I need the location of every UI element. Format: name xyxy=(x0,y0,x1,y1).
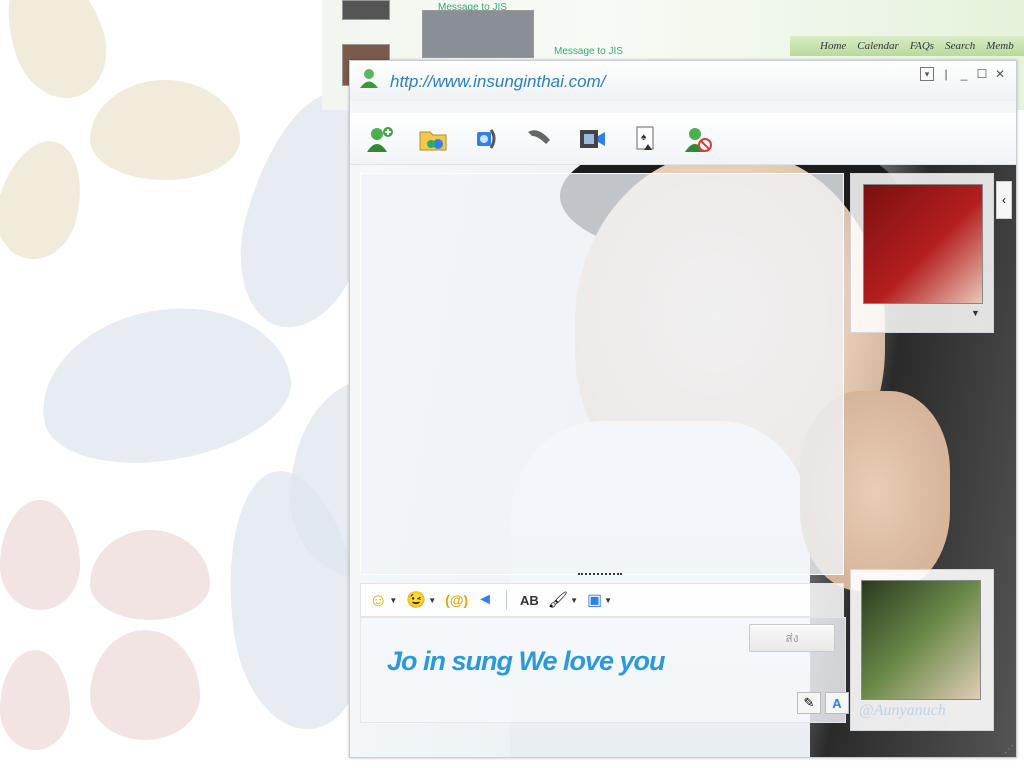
contact-picture-dropdown[interactable]: ▼ xyxy=(971,308,980,318)
voice-clip-button[interactable]: ◄ xyxy=(477,591,493,609)
signature-watermark: @Aunyanuch xyxy=(859,702,946,719)
font-button[interactable]: AB xyxy=(520,593,539,608)
display-pictures-panel: ▼ ‹ @Aunyanuch xyxy=(846,171,1012,757)
flower-decoration-bottom xyxy=(0,500,230,760)
send-files-button[interactable] xyxy=(415,121,451,157)
contact-display-picture-frame: ▼ xyxy=(850,173,994,333)
format-toolbar: ☺ ▼ 😉 ▼ (@) ◄ AB 🖌 ▼ ▣ ▼ xyxy=(360,583,844,617)
window-menu-button[interactable]: ▾ xyxy=(920,67,934,81)
caret-down-icon: ▼ xyxy=(428,595,437,605)
toolbar: ♠ xyxy=(350,113,1016,165)
my-display-picture[interactable] xyxy=(861,580,981,700)
folder-share-icon xyxy=(419,131,447,150)
block-user-icon xyxy=(685,127,712,152)
video-call-button[interactable] xyxy=(468,121,504,157)
background-button[interactable]: 🖌 ▼ xyxy=(548,590,578,610)
title-bar: http://www.insunginthai.com/ ▾ | _ ☐ ✕ xyxy=(350,61,1016,101)
contact-display-picture[interactable] xyxy=(863,184,983,304)
nav-home: Home xyxy=(820,40,847,52)
nav-search: Search xyxy=(945,40,976,52)
webcam-phone-icon xyxy=(477,128,496,149)
close-button[interactable]: ✕ xyxy=(994,68,1006,80)
film-icon xyxy=(580,129,605,148)
window-title: http://www.insunginthai.com/ xyxy=(390,72,606,91)
nav-calendar: Calendar xyxy=(857,40,899,52)
smiley-icon: ☺ xyxy=(369,589,388,610)
window-controls: ▾ | _ ☐ ✕ xyxy=(920,67,1006,81)
add-user-icon xyxy=(367,126,393,152)
maximize-button[interactable]: ☐ xyxy=(976,68,988,80)
pane-splitter[interactable] xyxy=(578,573,622,581)
invite-contact-button[interactable] xyxy=(362,121,398,157)
nudge-icon: (@) xyxy=(445,592,469,608)
compose-area[interactable]: Jo in sung We love you ส่ง ✎ A xyxy=(360,617,849,723)
resize-grip-icon[interactable]: ⋰ xyxy=(1004,744,1014,755)
minimize-button[interactable]: _ xyxy=(958,68,970,80)
my-display-picture-frame: @Aunyanuch xyxy=(850,569,994,731)
voice-clip-icon: ◄ xyxy=(477,591,493,608)
compose-tools: ✎ A xyxy=(797,692,849,714)
svg-text:♠: ♠ xyxy=(641,132,647,143)
bg-message-2: Message to JIS xyxy=(554,46,623,57)
phone-icon xyxy=(528,129,550,144)
nav-faqs: FAQs xyxy=(909,40,935,52)
font-icon: AB xyxy=(519,592,539,608)
bg-message-1: Message to JIS xyxy=(438,2,507,13)
nudge-button[interactable]: (@) xyxy=(445,592,468,608)
send-button[interactable]: ส่ง xyxy=(749,624,835,652)
more-button[interactable]: ▣ ▼ xyxy=(587,590,612,610)
activities-button[interactable] xyxy=(574,121,610,157)
separator: | xyxy=(944,67,948,81)
window-icon: ▣ xyxy=(587,592,603,609)
separator xyxy=(505,590,507,610)
conversation-window: http://www.insunginthai.com/ ▾ | _ ☐ ✕ ♠… xyxy=(349,60,1017,758)
games-button[interactable]: ♠ xyxy=(627,121,663,157)
collapse-panel-button[interactable]: ‹ xyxy=(996,181,1012,219)
nav-members: Memb xyxy=(986,40,1014,52)
wink-button[interactable]: 😉 ▼ xyxy=(406,590,436,610)
paintbrush-icon: 🖌 xyxy=(547,592,569,609)
caret-down-icon: ▼ xyxy=(570,595,578,605)
game-card-icon: ♠ xyxy=(636,126,654,150)
background-nav-bar: Home Calendar FAQs Search Memb xyxy=(790,36,1024,56)
emoticon-button[interactable]: ☺ ▼ xyxy=(369,590,397,611)
compose-input[interactable]: Jo in sung We love you xyxy=(387,646,666,677)
handwriting-button[interactable]: ✎ xyxy=(797,692,821,714)
voice-call-button[interactable] xyxy=(521,121,557,157)
block-button[interactable] xyxy=(680,121,716,157)
messenger-user-icon xyxy=(360,69,378,88)
caret-down-icon: ▼ xyxy=(604,595,613,605)
caret-down-icon: ▼ xyxy=(389,595,398,605)
wink-icon: 😉 xyxy=(406,592,427,609)
conversation-history[interactable] xyxy=(360,173,844,575)
